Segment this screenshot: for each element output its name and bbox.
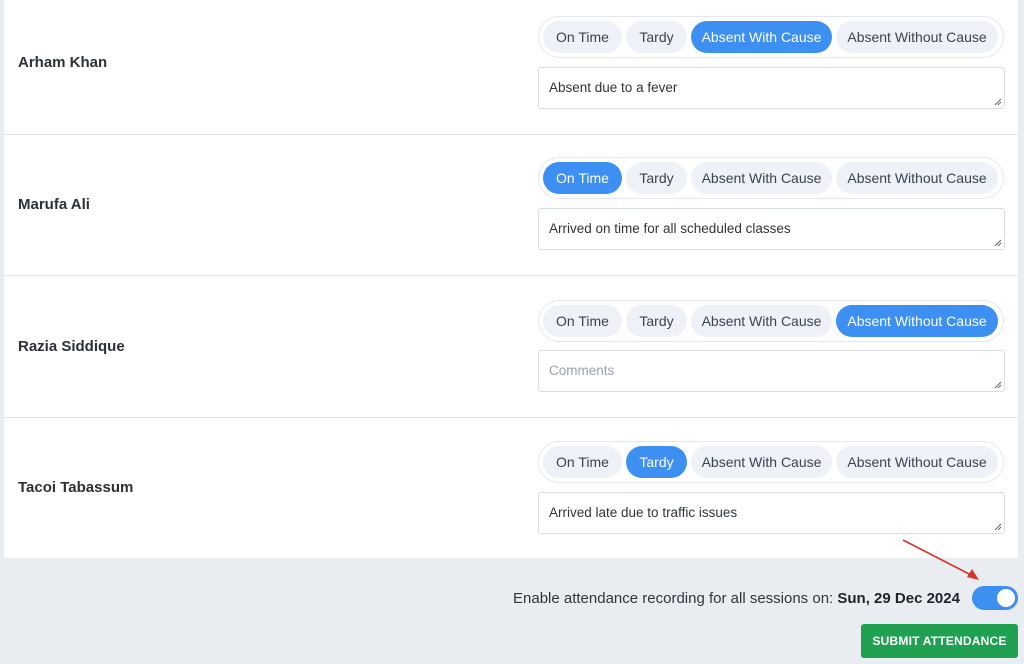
student-name: Razia Siddique [18,338,125,355]
resize-grip-icon[interactable] [994,239,1002,247]
student-name: Tacoi Tabassum [18,479,134,496]
status-absent-with-cause-button[interactable]: Absent With Cause [691,446,832,478]
status-selector: On Time Tardy Absent With Cause Absent W… [538,157,1004,199]
comment-placeholder: Comments [549,363,615,378]
student-name: Marufa Ali [18,196,90,213]
resize-grip-icon[interactable] [994,523,1002,531]
status-tardy-button[interactable]: Tardy [626,162,687,194]
resize-grip-icon[interactable] [994,381,1002,389]
status-absent-with-cause-button[interactable]: Absent With Cause [691,21,832,53]
student-name: Arham Khan [18,54,108,71]
comment-field[interactable]: Arrived late due to traffic issues [538,492,1005,534]
annotation-arrow-icon [902,539,979,580]
status-selector: On Time Tardy Absent With Cause Absent W… [538,441,1004,483]
enable-attendance-toggle[interactable] [972,586,1018,610]
status-tardy-button[interactable]: Tardy [626,446,687,478]
enable-attendance-text: Enable attendance recording for all sess… [513,590,838,607]
status-absent-with-cause-button[interactable]: Absent With Cause [691,162,832,194]
status-absent-without-cause-button[interactable]: Absent Without Cause [836,305,998,337]
status-tardy-button[interactable]: Tardy [626,21,687,53]
comment-text: Arrived late due to traffic issues [549,505,738,520]
comment-field[interactable]: Comments [538,350,1005,392]
comment-text: Arrived on time for all scheduled classe… [549,221,791,236]
toggle-knob [997,589,1015,607]
student-row: Arham Khan On Time Tardy Absent With Cau… [4,0,1018,135]
status-on-time-button[interactable]: On Time [543,21,622,53]
comment-field[interactable]: Absent due to a fever [538,67,1005,109]
status-on-time-button[interactable]: On Time [543,305,622,337]
status-on-time-button[interactable]: On Time [543,446,622,478]
status-absent-with-cause-button[interactable]: Absent With Cause [691,305,832,337]
attendance-list: Arham Khan On Time Tardy Absent With Cau… [4,0,1018,558]
enable-attendance-label: Enable attendance recording for all sess… [513,590,960,607]
status-absent-without-cause-button[interactable]: Absent Without Cause [836,162,998,194]
comment-text: Absent due to a fever [549,80,678,95]
status-selector: On Time Tardy Absent With Cause Absent W… [538,16,1004,58]
status-selector: On Time Tardy Absent With Cause Absent W… [538,300,1004,342]
resize-grip-icon[interactable] [994,98,1002,106]
submit-attendance-button[interactable]: SUBMIT ATTENDANCE [861,624,1018,658]
status-absent-without-cause-button[interactable]: Absent Without Cause [836,21,998,53]
status-tardy-button[interactable]: Tardy [626,305,687,337]
student-row: Razia Siddique On Time Tardy Absent With… [4,276,1018,418]
session-date: Sun, 29 Dec 2024 [837,590,960,607]
student-row: Tacoi Tabassum On Time Tardy Absent With… [4,418,1018,558]
student-row: Marufa Ali On Time Tardy Absent With Cau… [4,135,1018,276]
status-on-time-button[interactable]: On Time [543,162,622,194]
comment-field[interactable]: Arrived on time for all scheduled classe… [538,208,1005,250]
status-absent-without-cause-button[interactable]: Absent Without Cause [836,446,998,478]
